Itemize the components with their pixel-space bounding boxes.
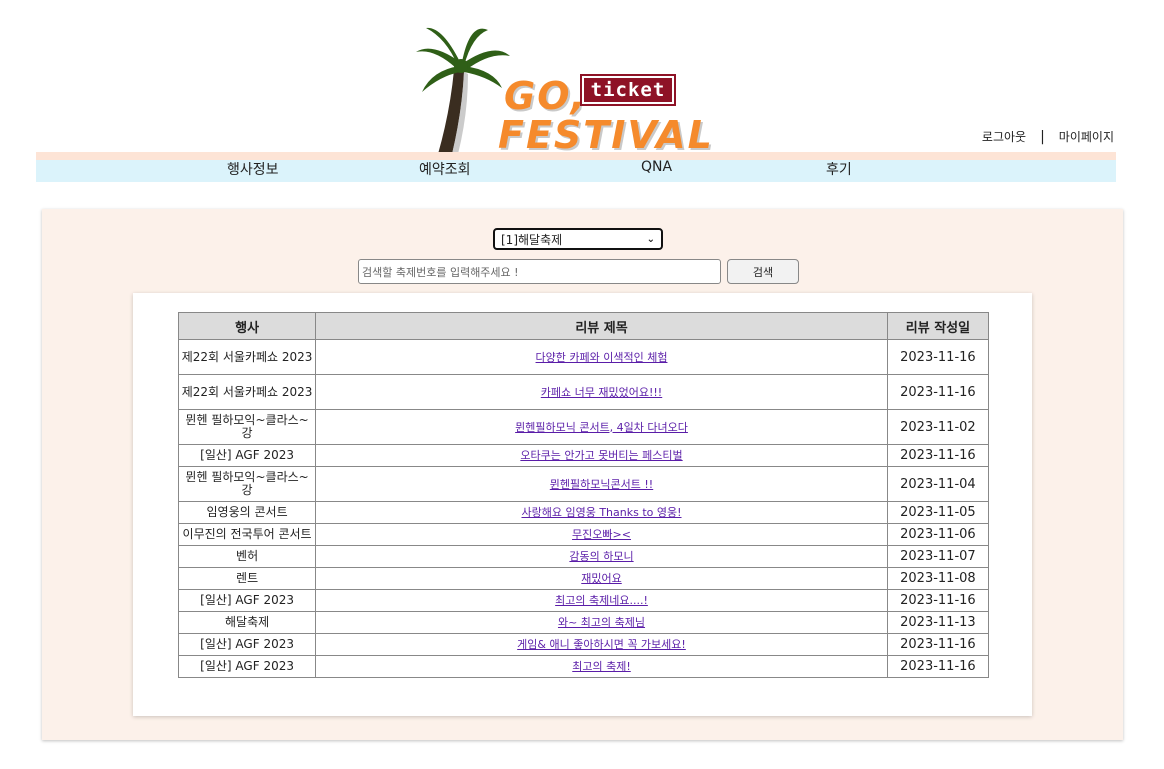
- event-cell: 이무진의 전국투어 콘서트: [177, 523, 317, 546]
- date-cell: 2023-11-08: [886, 567, 990, 590]
- date-cell: 2023-11-02: [886, 409, 990, 445]
- logout-link[interactable]: 로그아웃: [982, 128, 1026, 145]
- event-cell: 제22회 서울카페쇼 2023: [177, 374, 317, 410]
- review-table-card: 행사 리뷰 제목 리뷰 작성일 제22회 서울카페쇼 2023 다양한 카페와 …: [133, 293, 1032, 716]
- event-cell: 뮌헨 필하모익~클라스~ 강: [177, 409, 317, 445]
- link-separator: |: [1040, 128, 1045, 145]
- logo-go-text: GO,: [504, 74, 588, 118]
- title-cell: 사랑해요 임영웅 Thanks to 영웅!: [315, 501, 888, 524]
- review-title-link[interactable]: 최고의 축제!: [572, 660, 631, 673]
- festival-logo[interactable]: GO, ticket FESTIVAL: [412, 22, 712, 157]
- title-cell: 카페쇼 너무 재밌었어요!!!: [315, 374, 888, 410]
- review-title-link[interactable]: 감동의 하모니: [569, 550, 633, 563]
- festival-select-value: [1]해달축제: [501, 232, 563, 247]
- column-header-event: 행사: [177, 312, 317, 340]
- date-cell: 2023-11-07: [886, 545, 990, 568]
- table-header-row: 행사 리뷰 제목 리뷰 작성일: [177, 312, 990, 340]
- table-row: 뮌헨 필하모익~클라스~ 강 뮌헨필하모닉콘서트 !! 2023-11-04: [177, 466, 990, 502]
- search-input[interactable]: 검색할 축제번호를 입력해주세요 !: [358, 259, 721, 284]
- table-row: 이무진의 전국투어 콘서트 무진오빠>< 2023-11-06: [177, 523, 990, 546]
- title-cell: 게임& 애니 좋아하시면 꼭 가보세요!: [315, 633, 888, 656]
- date-cell: 2023-11-16: [886, 633, 990, 656]
- review-panel: [1]해달축제 ⌄ 검색할 축제번호를 입력해주세요 ! 검색 행사 리뷰 제목…: [42, 209, 1123, 740]
- event-cell: 렌트: [177, 567, 317, 590]
- review-title-link[interactable]: 무진오빠><: [572, 528, 631, 541]
- review-title-link[interactable]: 게임& 애니 좋아하시면 꼭 가보세요!: [517, 638, 686, 651]
- review-title-link[interactable]: 다양한 카페와 이색적인 체험: [536, 351, 668, 364]
- title-cell: 뮌헨필하모닉콘서트 !!: [315, 466, 888, 502]
- table-row: [일산] AGF 2023 최고의 축제! 2023-11-16: [177, 655, 990, 678]
- title-cell: 오타쿠는 안가고 못버티는 페스티벌: [315, 444, 888, 467]
- table-row: 뮌헨 필하모익~클라스~ 강 뮌헨필하모닉 콘서트, 4일차 다녀오다 2023…: [177, 409, 990, 445]
- column-header-title: 리뷰 제목: [315, 312, 888, 340]
- nav-item-reviews[interactable]: 후기: [826, 159, 852, 179]
- title-cell: 무진오빠><: [315, 523, 888, 546]
- table-row: 렌트 재밌어요 2023-11-08: [177, 567, 990, 590]
- date-cell: 2023-11-13: [886, 611, 990, 634]
- event-cell: 해달축제: [177, 611, 317, 634]
- table-row: [일산] AGF 2023 오타쿠는 안가고 못버티는 페스티벌 2023-11…: [177, 444, 990, 467]
- title-cell: 다양한 카페와 이색적인 체험: [315, 339, 888, 375]
- date-cell: 2023-11-16: [886, 444, 990, 467]
- title-cell: 감동의 하모니: [315, 545, 888, 568]
- review-table: 행사 리뷰 제목 리뷰 작성일 제22회 서울카페쇼 2023 다양한 카페와 …: [177, 312, 990, 678]
- nav-item-qna[interactable]: QNA: [641, 159, 672, 175]
- table-row: [일산] AGF 2023 최고의 축제네요....! 2023-11-16: [177, 589, 990, 612]
- review-title-link[interactable]: 뮌헨필하모닉콘서트 !!: [550, 478, 653, 491]
- table-row: 임영웅의 콘서트 사랑해요 임영웅 Thanks to 영웅! 2023-11-…: [177, 501, 990, 524]
- review-title-link[interactable]: 오타쿠는 안가고 못버티는 페스티벌: [520, 449, 682, 462]
- nav-item-event-info[interactable]: 행사정보: [227, 159, 279, 179]
- event-cell: [일산] AGF 2023: [177, 589, 317, 612]
- event-cell: [일산] AGF 2023: [177, 655, 317, 678]
- table-row: 제22회 서울카페쇼 2023 다양한 카페와 이색적인 체험 2023-11-…: [177, 339, 990, 375]
- date-cell: 2023-11-06: [886, 523, 990, 546]
- review-title-link[interactable]: 카페쇼 너무 재밌었어요!!!: [541, 386, 662, 399]
- date-cell: 2023-11-16: [886, 655, 990, 678]
- event-cell: 제22회 서울카페쇼 2023: [177, 339, 317, 375]
- table-row: 벤허 감동의 하모니 2023-11-07: [177, 545, 990, 568]
- date-cell: 2023-11-16: [886, 339, 990, 375]
- review-title-link[interactable]: 사랑해요 임영웅 Thanks to 영웅!: [521, 506, 681, 519]
- title-cell: 와~ 최고의 축제님: [315, 611, 888, 634]
- title-cell: 최고의 축제!: [315, 655, 888, 678]
- logo-festival-text: FESTIVAL: [498, 113, 714, 157]
- review-title-link[interactable]: 와~ 최고의 축제님: [558, 616, 645, 629]
- review-title-link[interactable]: 뮌헨필하모닉 콘서트, 4일차 다녀오다: [515, 421, 688, 434]
- event-cell: 벤허: [177, 545, 317, 568]
- table-row: 해달축제 와~ 최고의 축제님 2023-11-13: [177, 611, 990, 634]
- title-cell: 최고의 축제네요....!: [315, 589, 888, 612]
- event-cell: 뮌헨 필하모익~클라스~ 강: [177, 466, 317, 502]
- mypage-link[interactable]: 마이페이지: [1059, 128, 1114, 145]
- chevron-down-icon: ⌄: [646, 233, 655, 245]
- search-button[interactable]: 검색: [727, 259, 799, 284]
- review-title-link[interactable]: 재밌어요: [581, 572, 621, 585]
- date-cell: 2023-11-16: [886, 589, 990, 612]
- review-title-link[interactable]: 최고의 축제네요....!: [555, 594, 648, 607]
- logo-ticket-badge: ticket: [580, 74, 676, 106]
- title-cell: 재밌어요: [315, 567, 888, 590]
- column-header-date: 리뷰 작성일: [886, 312, 990, 340]
- date-cell: 2023-11-16: [886, 374, 990, 410]
- date-cell: 2023-11-05: [886, 501, 990, 524]
- user-links: 로그아웃 | 마이페이지: [982, 128, 1114, 145]
- festival-select[interactable]: [1]해달축제 ⌄: [493, 228, 663, 250]
- table-row: [일산] AGF 2023 게임& 애니 좋아하시면 꼭 가보세요! 2023-…: [177, 633, 990, 656]
- event-cell: 임영웅의 콘서트: [177, 501, 317, 524]
- nav-item-reservation[interactable]: 예약조회: [419, 159, 471, 179]
- site-header: GO, ticket FESTIVAL 로그아웃 | 마이페이지: [0, 0, 1164, 157]
- main-nav: 행사정보 예약조회 QNA 후기: [36, 152, 1116, 182]
- title-cell: 뮌헨필하모닉 콘서트, 4일차 다녀오다: [315, 409, 888, 445]
- date-cell: 2023-11-04: [886, 466, 990, 502]
- table-row: 제22회 서울카페쇼 2023 카페쇼 너무 재밌었어요!!! 2023-11-…: [177, 374, 990, 410]
- event-cell: [일산] AGF 2023: [177, 444, 317, 467]
- event-cell: [일산] AGF 2023: [177, 633, 317, 656]
